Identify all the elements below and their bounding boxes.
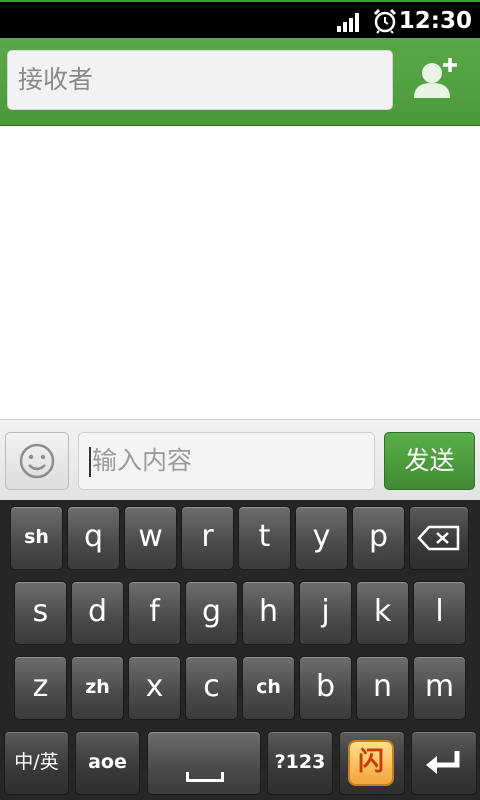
recipient-input[interactable]: 接收者 [7, 50, 393, 110]
key-h[interactable]: h [242, 581, 295, 645]
key-l[interactable]: l [413, 581, 466, 645]
send-button[interactable]: 发送 [384, 432, 475, 490]
key-m[interactable]: m [413, 656, 466, 720]
key-aoe[interactable]: aoe [75, 731, 140, 795]
key-r[interactable]: r [181, 506, 234, 570]
space-key[interactable] [147, 731, 261, 795]
key-q[interactable]: q [67, 506, 120, 570]
backspace-icon [417, 525, 460, 551]
key-g[interactable]: g [185, 581, 238, 645]
enter-key[interactable] [411, 731, 477, 795]
signal-icon [337, 12, 361, 32]
smiley-icon [19, 443, 55, 479]
message-placeholder: 输入内容 [92, 446, 193, 475]
key-zh[interactable]: zh [71, 656, 124, 720]
key-w[interactable]: w [124, 506, 177, 570]
symbols-key[interactable]: ?123 [267, 731, 333, 795]
key-k[interactable]: k [356, 581, 409, 645]
alarm-clock-icon [373, 8, 397, 34]
key-d[interactable]: d [71, 581, 124, 645]
status-time: 12:30 [398, 8, 472, 34]
key-c[interactable]: c [185, 656, 238, 720]
key-j[interactable]: j [299, 581, 352, 645]
key-s[interactable]: s [14, 581, 67, 645]
key-f[interactable]: f [128, 581, 181, 645]
backspace-key[interactable] [409, 506, 469, 570]
flash-input-icon: 闪 [348, 740, 394, 786]
conversation-area [0, 126, 480, 419]
soft-keyboard: sh q w r t y p s d f g h j k l z zh x c … [0, 500, 480, 800]
key-sh[interactable]: sh [10, 506, 63, 570]
emoji-button[interactable] [5, 432, 69, 490]
add-contact-icon[interactable] [405, 50, 467, 110]
key-p[interactable]: p [352, 506, 405, 570]
message-input[interactable]: 输入内容 [78, 432, 375, 490]
key-x[interactable]: x [128, 656, 181, 720]
text-cursor [89, 447, 91, 477]
key-t[interactable]: t [238, 506, 291, 570]
flash-key[interactable]: 闪 [339, 731, 405, 795]
key-ch[interactable]: ch [242, 656, 295, 720]
language-toggle-key[interactable]: 中/英 [4, 731, 69, 795]
key-n[interactable]: n [356, 656, 409, 720]
space-icon [186, 772, 224, 782]
compose-bar: 输入内容 发送 [0, 419, 480, 501]
status-bar: 12:30 [0, 0, 480, 38]
enter-icon [426, 751, 460, 774]
key-z[interactable]: z [14, 656, 67, 720]
key-b[interactable]: b [299, 656, 352, 720]
key-y[interactable]: y [295, 506, 348, 570]
recipient-bar: 接收者 [0, 38, 480, 126]
